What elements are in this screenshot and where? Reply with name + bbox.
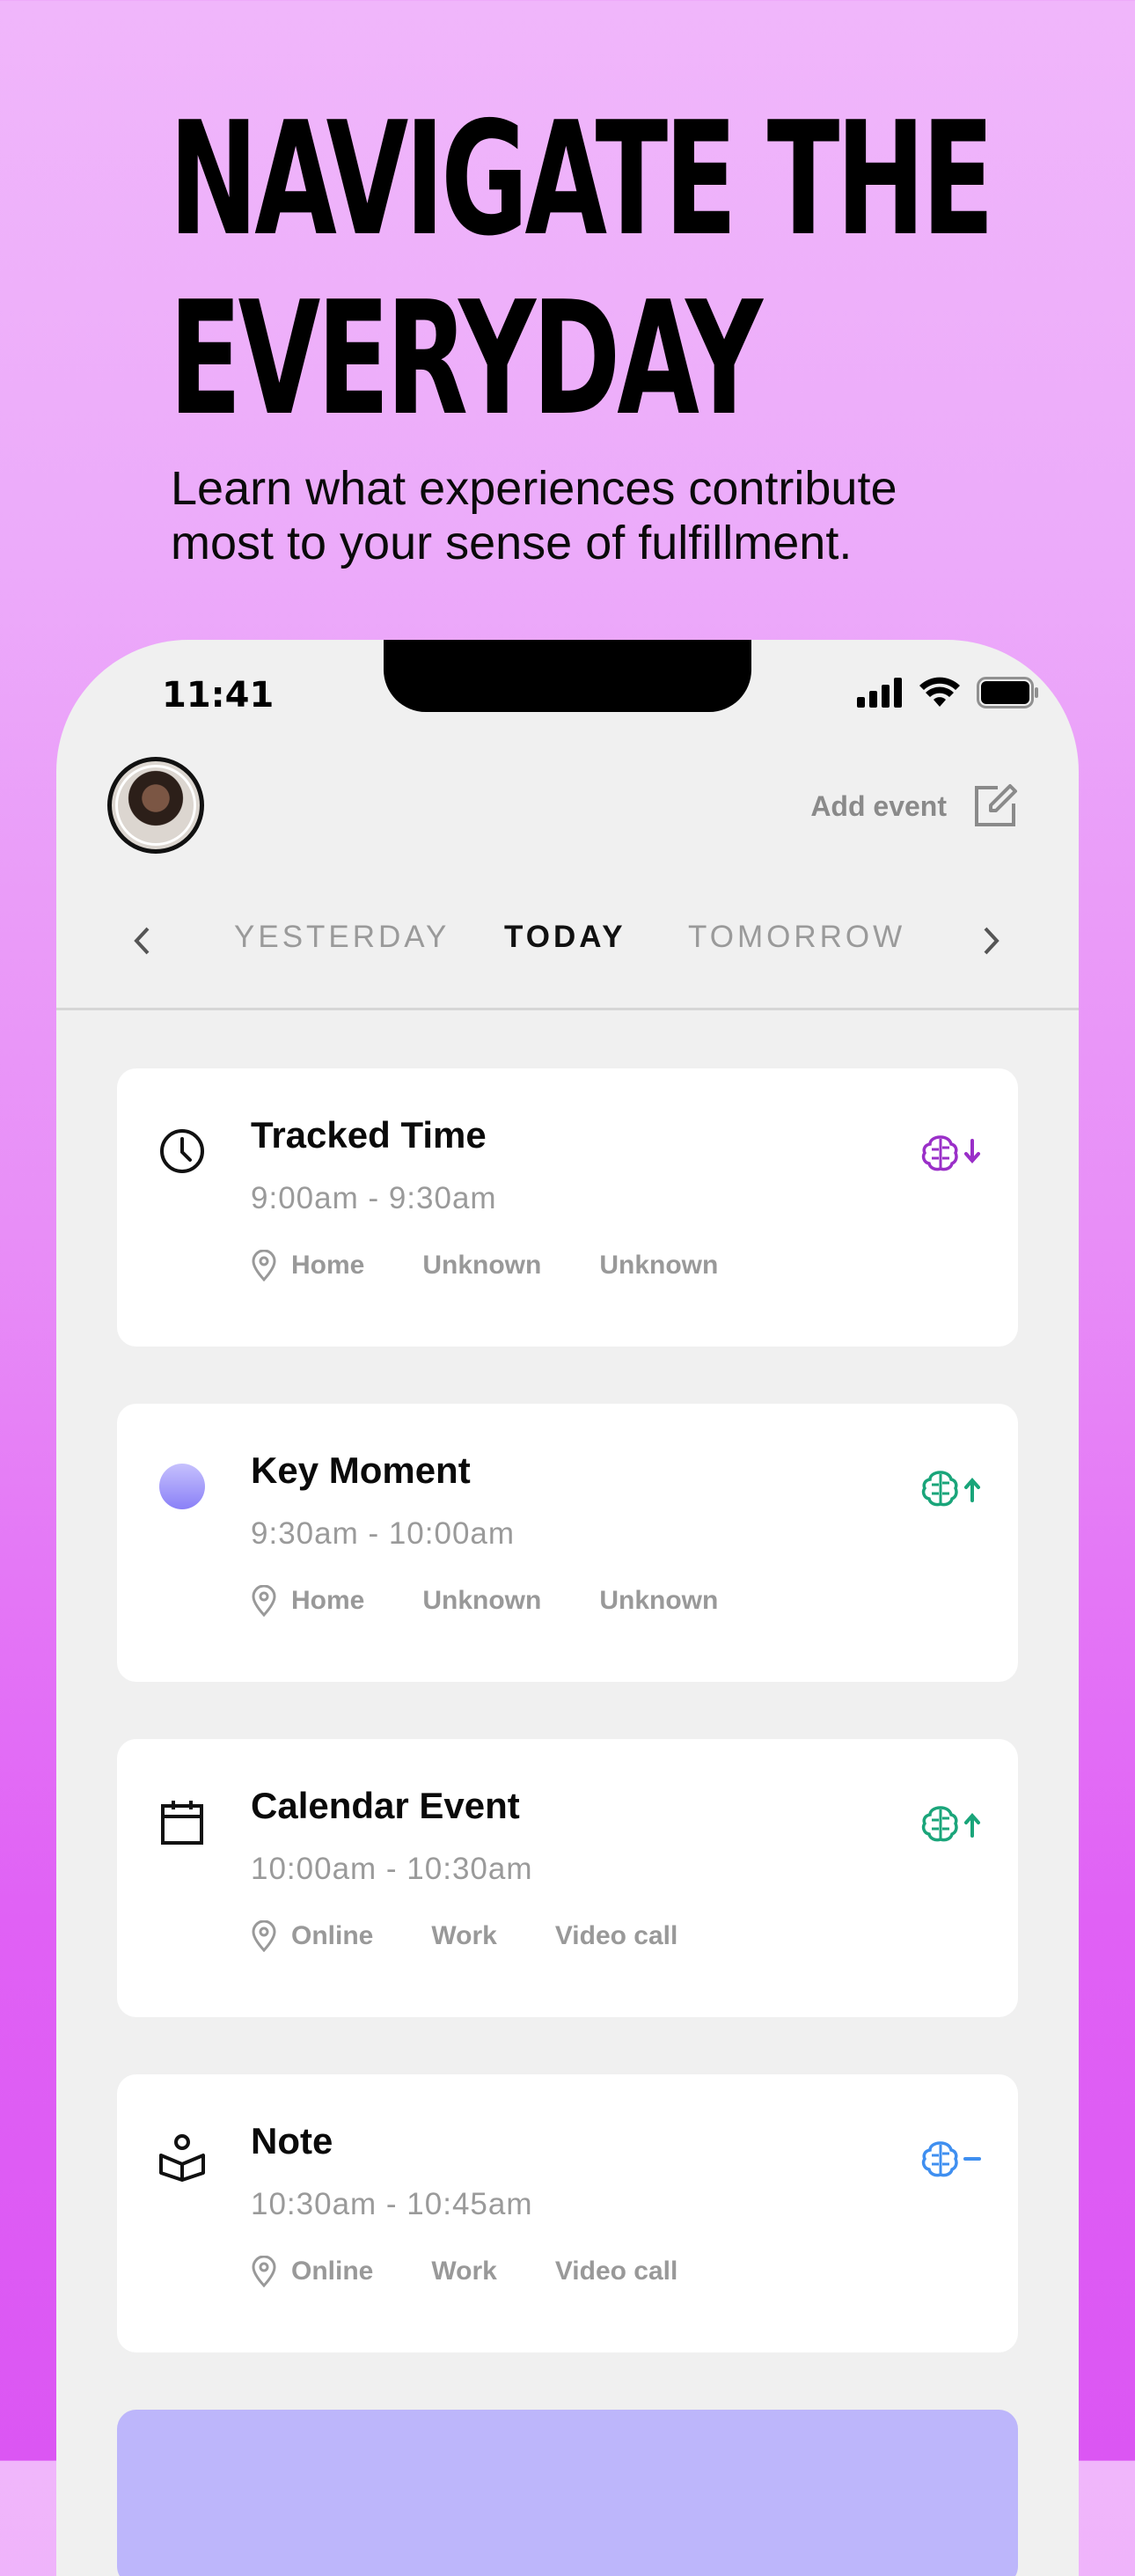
- tab-tomorrow[interactable]: TOMORROW: [688, 920, 905, 955]
- event-tag: Video call: [554, 1921, 678, 1950]
- event-tag: Work: [431, 1921, 497, 1950]
- event-tag: Unknown: [599, 1251, 719, 1280]
- location-pin-icon: [252, 1920, 276, 1952]
- status-time: 11:41: [162, 675, 275, 716]
- chevron-left-icon[interactable]: [132, 925, 153, 957]
- event-tag: Work: [431, 2257, 497, 2286]
- wifi-icon: [919, 677, 960, 707]
- clock-icon: [160, 1129, 204, 1173]
- event-tags: Online Work Video call: [251, 2256, 736, 2287]
- event-title: Calendar Event: [251, 1785, 520, 1826]
- event-card[interactable]: Tracked Time 9:00am - 9:30am Home Unknow…: [117, 1068, 1018, 1347]
- tab-today[interactable]: TODAY: [504, 920, 626, 955]
- note-icon: [159, 2134, 205, 2182]
- event-title: Tracked Time: [251, 1114, 487, 1156]
- add-event-button[interactable]: Add event: [810, 782, 1019, 830]
- event-tag: Home: [291, 1251, 365, 1280]
- event-card[interactable]: Calendar Event 10:00am - 10:30am Online …: [117, 1739, 1018, 2017]
- chevron-right-icon[interactable]: [980, 925, 1001, 957]
- event-tags: Home Unknown Unknown: [251, 1585, 776, 1617]
- event-tag: Unknown: [422, 1251, 542, 1280]
- dot-icon: [159, 1464, 205, 1509]
- brain-up-icon: [921, 1806, 980, 1842]
- event-tag: Home: [291, 1586, 365, 1615]
- event-tag: Unknown: [422, 1586, 542, 1615]
- event-tag: Unknown: [599, 1586, 719, 1615]
- event-tag: Online: [291, 1921, 374, 1950]
- add-event-label: Add event: [810, 789, 947, 822]
- day-navigator: YESTERDAY TODAY TOMORROW: [56, 913, 1079, 965]
- phone-frame: 11:41 Add event YESTERDAY TODAY TOMORROW…: [56, 640, 1079, 2576]
- notch: [384, 640, 751, 712]
- brain-neutral-icon: [921, 2141, 981, 2177]
- event-tag: Video call: [554, 2257, 678, 2286]
- avatar-ring: [115, 765, 196, 846]
- tab-yesterday[interactable]: YESTERDAY: [234, 920, 450, 955]
- event-tags: Home Unknown Unknown: [251, 1250, 776, 1281]
- event-card[interactable]: Key Moment 9:30am - 10:00am Home Unknown…: [117, 1404, 1018, 1682]
- event-card[interactable]: Note 10:30am - 10:45am Online Work Video…: [117, 2074, 1018, 2352]
- headline: NAVIGATE THE EVERYDAY: [169, 88, 994, 450]
- cellular-signal-icon: [857, 678, 902, 708]
- profile-avatar[interactable]: [107, 757, 204, 854]
- event-tags: Online Work Video call: [251, 1920, 736, 1952]
- location-pin-icon: [252, 2256, 276, 2287]
- event-title: Note: [251, 2120, 333, 2161]
- location-pin-icon: [252, 1585, 276, 1617]
- event-time: 10:30am - 10:45am: [251, 2187, 533, 2221]
- headline-line-2: EVERYDAY: [169, 268, 763, 450]
- headline-line-1: NAVIGATE THE: [169, 88, 994, 270]
- event-tag: Online: [291, 2257, 374, 2286]
- event-time: 9:30am - 10:00am: [251, 1516, 516, 1551]
- subtitle: Learn what experiences contribute most t…: [171, 461, 1051, 570]
- location-pin-icon: [252, 1250, 276, 1281]
- calendar-icon: [161, 1801, 203, 1845]
- brain-down-icon: [921, 1135, 980, 1171]
- event-time: 10:00am - 10:30am: [251, 1852, 533, 1886]
- event-time: 9:00am - 9:30am: [251, 1181, 497, 1215]
- subtitle-line-2: most to your sense of fulfillment.: [171, 517, 853, 569]
- subtitle-line-1: Learn what experiences contribute: [171, 462, 897, 515]
- event-title: Key Moment: [251, 1449, 471, 1491]
- event-card-partial[interactable]: [117, 2410, 1018, 2576]
- status-icons: [857, 677, 1040, 708]
- brain-up-icon: [921, 1471, 980, 1507]
- divider: [56, 1008, 1079, 1010]
- edit-icon: [975, 784, 1017, 826]
- battery-icon: [977, 677, 1038, 708]
